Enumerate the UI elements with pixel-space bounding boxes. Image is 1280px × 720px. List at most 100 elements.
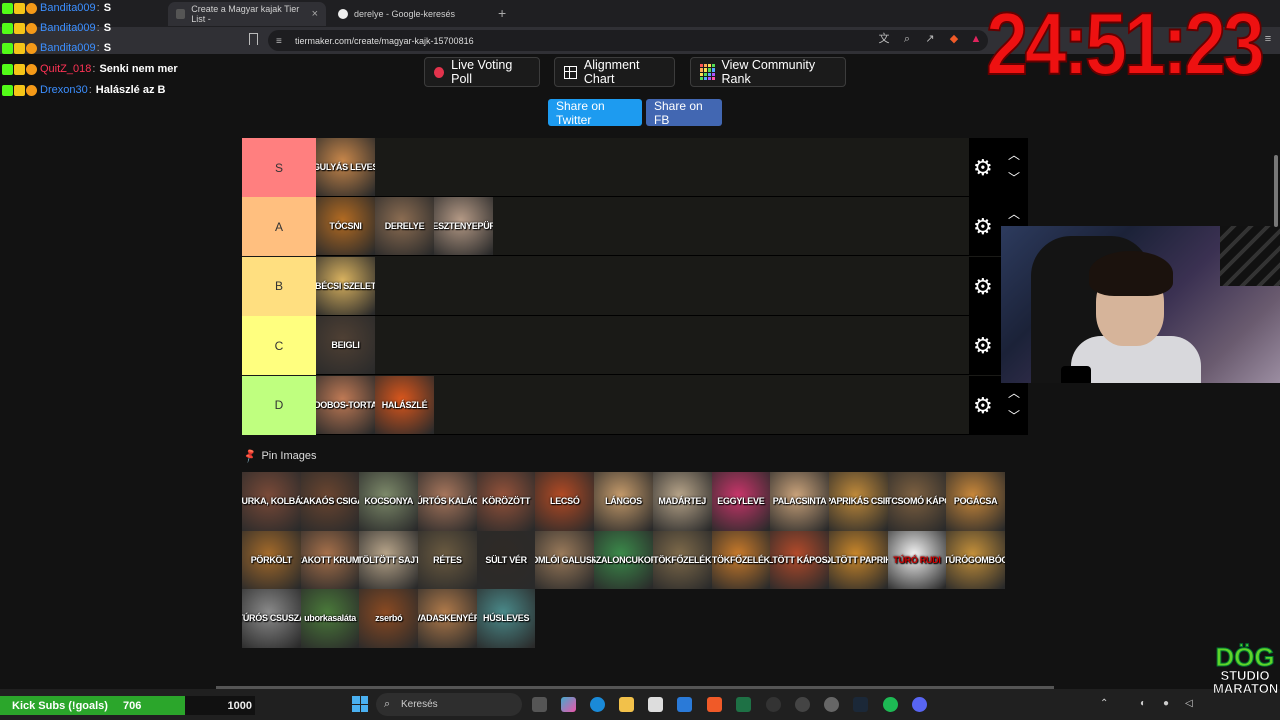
- alignment-chart-button[interactable]: Alignment Chart: [554, 57, 675, 87]
- chevron-up-icon[interactable]: ︿: [1007, 207, 1021, 221]
- tier-label[interactable]: A: [242, 197, 316, 257]
- tier-item[interactable]: GESZTENYEPÜRÉ: [434, 197, 493, 256]
- tier-item[interactable]: DOBOS-TORTA: [316, 375, 375, 434]
- mail-icon[interactable]: [677, 697, 692, 712]
- pool-item[interactable]: PAPRIKÁS CSIR: [828, 472, 888, 531]
- gear-icon[interactable]: ⚙: [973, 275, 995, 298]
- site-info-icon[interactable]: ≡: [276, 36, 282, 47]
- new-tab-icon[interactable]: +: [498, 5, 506, 21]
- gear-icon[interactable]: ⚙: [973, 394, 995, 417]
- share-icon[interactable]: ↗: [924, 33, 936, 45]
- gear-icon[interactable]: ⚙: [973, 216, 995, 238]
- chevron-up-icon[interactable]: ︿: [1007, 148, 1021, 162]
- gear-icon[interactable]: ⚙: [973, 157, 995, 179]
- steam-icon[interactable]: [853, 697, 868, 712]
- tier-item[interactable]: HALÁSZLÉ: [375, 375, 434, 434]
- menu-icon[interactable]: ≡: [1262, 33, 1274, 45]
- tier-item[interactable]: GULYÁS LEVES: [316, 138, 375, 196]
- brave-shield-icon[interactable]: ◆: [948, 33, 960, 45]
- kick-badge-icon: [2, 2, 13, 14]
- kick-badge-icon: [2, 42, 13, 54]
- obs-icon[interactable]: [766, 697, 781, 712]
- pool-item[interactable]: TÖLTÖTT PAPRIKA: [828, 530, 888, 590]
- share-twitter-button[interactable]: Share on Twitter: [548, 99, 642, 127]
- tier-label[interactable]: D: [242, 375, 316, 435]
- pool-item[interactable]: VADASKENYÉR: [418, 589, 477, 648]
- pool-item[interactable]: uborkasaláta: [300, 589, 360, 648]
- tier-label[interactable]: B: [242, 256, 316, 316]
- tray-chevron-icon[interactable]: ⌃: [1100, 698, 1108, 709]
- close-tab-icon[interactable]: ×: [312, 8, 318, 20]
- pool-item[interactable]: TÚRÓ RUDI: [887, 530, 947, 590]
- pool-item[interactable]: POGÁCSA: [946, 472, 1005, 531]
- tier-item[interactable]: DERELYE: [375, 197, 434, 256]
- pool-item[interactable]: PÖRKÖLT: [242, 530, 301, 590]
- chat-username[interactable]: Bandita009: [40, 2, 96, 14]
- share-fb-button[interactable]: Share on FB: [646, 99, 722, 127]
- gear-icon[interactable]: ⚙: [973, 335, 995, 357]
- chat-username[interactable]: QuitZ_018: [40, 63, 91, 75]
- pool-item[interactable]: URKA, KOLBÁ: [242, 472, 301, 531]
- pool-item[interactable]: EGGYLEVE: [711, 472, 771, 531]
- task-view-icon[interactable]: [532, 697, 547, 712]
- chat-username[interactable]: Drexon30: [40, 84, 88, 96]
- windows-start-icon[interactable]: [352, 696, 368, 712]
- tier-label[interactable]: C: [242, 316, 316, 376]
- pool-item[interactable]: KOCSONYA: [359, 472, 419, 531]
- volume-icon[interactable]: ◁: [1185, 698, 1193, 709]
- pool-item[interactable]: LECSÓ: [535, 472, 595, 531]
- pool-item[interactable]: KRAUTCSOMÓ KÁPOSZTA: [887, 472, 947, 531]
- mic-tray-icon[interactable]: ●: [1163, 698, 1169, 709]
- pool-item[interactable]: MADÁRTEJ: [652, 472, 712, 531]
- discord-icon[interactable]: [912, 697, 927, 712]
- browser-tab-google[interactable]: derelye - Google-keresés: [330, 2, 490, 26]
- pool-item[interactable]: RÉTES: [418, 530, 477, 590]
- tier-item[interactable]: TÓCSNI: [316, 197, 375, 256]
- translate-icon[interactable]: 文: [878, 33, 890, 45]
- pool-item[interactable]: SÜLT VÉR: [476, 530, 536, 590]
- tier-label[interactable]: S: [242, 138, 316, 197]
- chat-username[interactable]: Bandita009: [40, 42, 96, 54]
- pool-item[interactable]: SZALONCUKOR: [594, 530, 653, 590]
- chevron-down-icon[interactable]: ﹀: [1007, 171, 1021, 185]
- brave-icon[interactable]: [707, 697, 722, 712]
- file-explorer-icon[interactable]: [619, 697, 634, 712]
- brave-rewards-icon[interactable]: ▲: [970, 33, 982, 45]
- zoom-icon[interactable]: ⌕: [901, 33, 913, 45]
- pool-item[interactable]: KÖRÖZÖTT: [476, 472, 536, 531]
- edge-icon[interactable]: [590, 697, 605, 712]
- tier-item[interactable]: BEIGLI: [316, 316, 375, 375]
- pool-item[interactable]: PALACSINTA: [770, 472, 829, 531]
- browser-tab-tiermaker[interactable]: Create a Magyar kajak Tier List - ×: [168, 2, 326, 26]
- pool-item[interactable]: TÖLTÖTT KÁPOSZTA: [770, 530, 829, 590]
- pool-item[interactable]: TÖKFŐZELÉK: [711, 530, 771, 590]
- excel-icon[interactable]: [736, 697, 751, 712]
- pool-item[interactable]: SOMLÓI GALUSKA: [535, 530, 595, 590]
- spotify-icon[interactable]: [883, 697, 898, 712]
- app-icon[interactable]: [795, 697, 810, 712]
- network-icon[interactable]: ◐: [1140, 698, 1146, 709]
- page-scrollbar[interactable]: [1274, 155, 1278, 227]
- pool-item[interactable]: TÖLTÖTT SAJT: [359, 530, 419, 590]
- chat-username[interactable]: Bandita009: [40, 22, 96, 34]
- pool-item[interactable]: KAKAÓS CSIGA: [300, 472, 360, 531]
- pool-item[interactable]: ÚRTÓS KALÁC: [418, 472, 477, 531]
- settings-icon[interactable]: [824, 697, 839, 712]
- bookmark-icon[interactable]: [249, 33, 258, 45]
- copilot-icon[interactable]: [561, 697, 576, 712]
- pool-item[interactable]: TÖKFŐZELÉK: [652, 530, 712, 590]
- pool-item[interactable]: HÚSLEVES: [476, 589, 536, 648]
- pin-images-label[interactable]: 📌 Pin Images: [242, 448, 316, 464]
- pool-item[interactable]: zserbó: [359, 589, 419, 648]
- chevron-up-icon[interactable]: ︿: [1007, 386, 1021, 400]
- pool-item[interactable]: LÁNGOS: [594, 472, 653, 531]
- view-community-rank-button[interactable]: View Community Rank: [690, 57, 846, 87]
- pool-item[interactable]: TÚRÓGOMBÓC: [946, 530, 1005, 590]
- live-voting-poll-button[interactable]: Live Voting Poll: [424, 57, 540, 87]
- chevron-down-icon[interactable]: ﹀: [1007, 409, 1021, 423]
- taskbar-search[interactable]: ⌕ Keresés: [376, 693, 522, 716]
- store-icon[interactable]: [648, 697, 663, 712]
- tier-item[interactable]: BÉCSI SZELET: [316, 256, 375, 315]
- pool-item[interactable]: TÚRÓS CSUSZA: [242, 589, 301, 648]
- pool-item[interactable]: RAKOTT KRUMP: [300, 530, 360, 590]
